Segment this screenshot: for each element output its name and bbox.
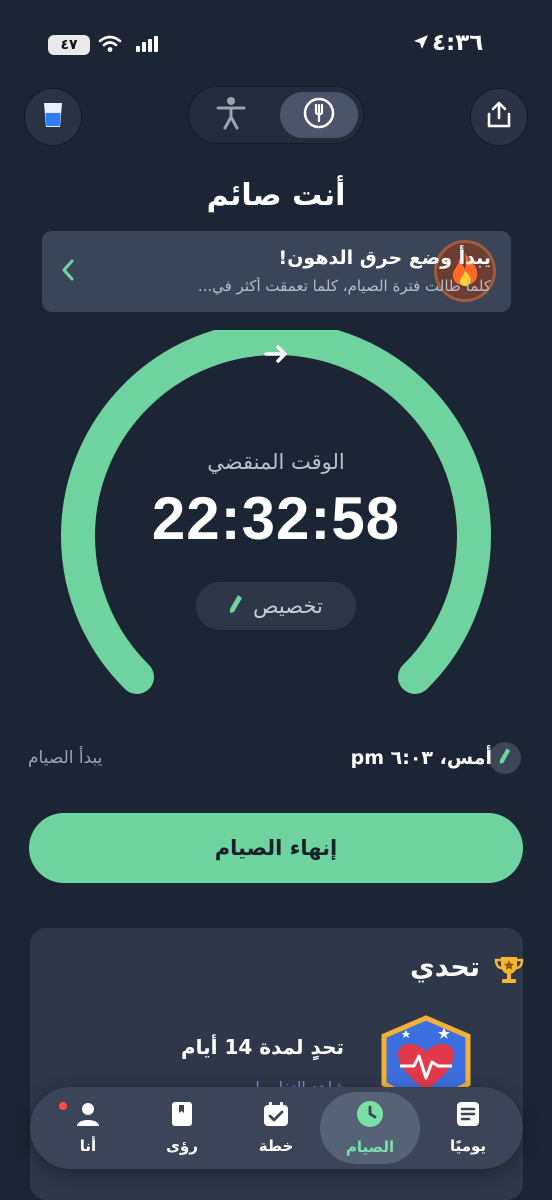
tab-daily-label: يوميًا: [449, 1137, 487, 1155]
tab-me[interactable]: أنا: [44, 1092, 132, 1164]
share-button[interactable]: [470, 88, 528, 146]
banner-title: يبدأ وضع حرق الدهون!: [278, 247, 491, 269]
book-icon: [170, 1101, 194, 1131]
profile-icon: [75, 1101, 101, 1131]
tab-insights[interactable]: رؤى: [138, 1092, 226, 1164]
trophy-icon: [493, 954, 525, 990]
end-fast-button[interactable]: إنهاء الصيام: [29, 813, 523, 883]
tab-fasting[interactable]: الصيام: [320, 1092, 420, 1164]
tab-daily[interactable]: يوميًا: [424, 1092, 512, 1164]
tab-plan-label: خطة: [258, 1137, 294, 1155]
person-icon: [216, 96, 246, 134]
wifi-icon: [98, 35, 122, 57]
fast-start-value[interactable]: أمس، ٦:٠٣ pm: [351, 747, 492, 769]
pencil-icon: [499, 747, 511, 769]
chevron-left-icon[interactable]: [60, 257, 76, 287]
calendar-check-icon: [263, 1101, 289, 1131]
fasting-mode-tab[interactable]: [280, 92, 358, 138]
plate-utensils-icon: [302, 96, 336, 134]
list-icon: [456, 1101, 480, 1131]
edit-start-button[interactable]: [489, 742, 521, 774]
challenge-name: تحدٍ لمدة 14 أيام: [180, 1035, 344, 1059]
page-title: أنت صائم: [206, 178, 346, 213]
water-glass-icon: [42, 101, 64, 133]
location-arrow-icon: [412, 33, 430, 55]
tab-fasting-label: الصيام: [345, 1138, 395, 1156]
share-icon: [486, 101, 512, 133]
tab-me-label: أنا: [79, 1137, 97, 1155]
water-tracker-button[interactable]: [24, 88, 82, 146]
status-time: ٤:٣٦: [432, 30, 484, 56]
customize-label: تخصيص: [253, 594, 323, 618]
banner-subtitle: كلما طالت فترة الصيام، كلما تعمقت أكثر ف…: [197, 277, 491, 295]
pencil-icon: [229, 594, 243, 619]
elapsed-time-value: 22:32:58: [151, 485, 401, 552]
signal-icon: [136, 36, 158, 56]
challenge-title: تحدي: [410, 952, 480, 983]
battery-indicator: ٤٧: [48, 35, 90, 55]
elapsed-time-label: الوقت المنقضي: [207, 450, 345, 474]
fat-burning-banner[interactable]: يبدأ وضع حرق الدهون! كلما طالت فترة الصي…: [42, 231, 511, 312]
tab-insights-label: رؤى: [166, 1137, 198, 1155]
tab-plan[interactable]: خطة: [232, 1092, 320, 1164]
customize-button[interactable]: تخصيص: [196, 582, 356, 630]
clock-icon: [356, 1100, 384, 1132]
body-mode-tab[interactable]: [204, 93, 258, 137]
fast-start-label: يبدأ الصيام: [28, 748, 103, 768]
